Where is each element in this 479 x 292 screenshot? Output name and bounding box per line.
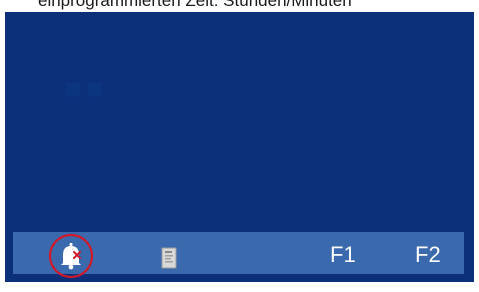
f2-key[interactable]: F2 [415,242,441,268]
bell-icon [48,233,94,279]
document-button[interactable] [161,247,177,269]
f1-key[interactable]: F1 [330,242,356,268]
ghost-watermark: ▪▪ [63,56,107,119]
caption-text: einprogrammierten Zeit: Stunden/Minuten [38,0,352,10]
document-icon [161,247,177,269]
bell-button[interactable] [46,230,96,280]
